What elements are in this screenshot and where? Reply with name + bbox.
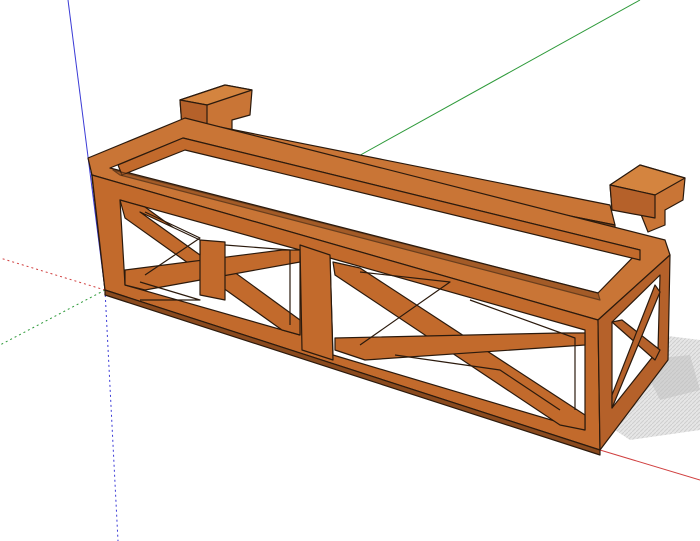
green-axis-dashed (0, 289, 106, 346)
middle-post (299, 244, 334, 361)
right-hook (609, 164, 686, 233)
scene-svg (0, 0, 700, 541)
red-axis (599, 449, 700, 481)
blue-axis-dashed (104, 289, 119, 541)
modeling-viewport[interactable] (0, 0, 700, 541)
red-axis-dashed (0, 257, 106, 291)
green-axis (354, 0, 641, 159)
